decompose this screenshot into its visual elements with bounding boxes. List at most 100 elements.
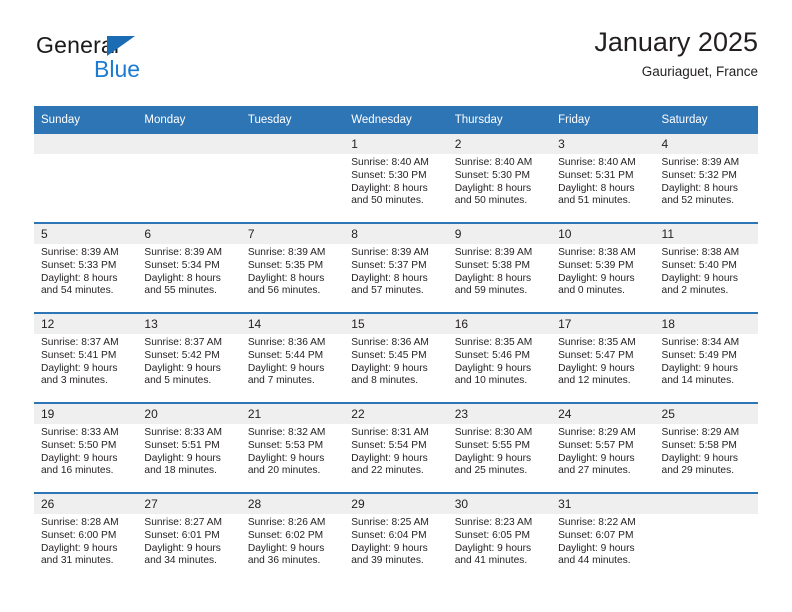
day-number: 15 — [344, 314, 448, 334]
calendar-day-cell[interactable]: 14 Sunrise: 8:36 AM Sunset: 5:44 PM Dayligh… — [240, 312, 345, 403]
day-cell-details: Sunrise: 8:38 AM Sunset: 5:40 PM Daylight:… — [655, 244, 758, 298]
day-number: 20 — [137, 404, 241, 424]
calendar-day-cell[interactable]: 18 Sunrise: 8:34 AM Sunset: 5:49 PM Dayligh… — [654, 312, 758, 403]
calendar-day-cell[interactable]: 4 Sunrise: 8:39 AM Sunset: 5:32 PM Daylight… — [654, 134, 758, 223]
day-number: 22 — [344, 404, 448, 424]
day-sunrise-text: Sunrise: 8:28 AM — [41, 517, 119, 528]
day-number: 9 — [447, 224, 552, 244]
day-daylight-line2-text: and 44 minutes. — [558, 555, 631, 567]
calendar-day-cell[interactable]: 29 Sunrise: 8:25 AM Sunset: 6:04 PM Dayligh… — [344, 492, 448, 582]
day-daylight-line2-text: and 10 minutes. — [454, 375, 528, 387]
day-cell-details: Sunrise: 8:37 AM Sunset: 5:42 PM Daylight:… — [137, 334, 240, 388]
calendar-day-cell[interactable]: 23 Sunrise: 8:30 AM Sunset: 5:55 PM Dayligh… — [447, 402, 552, 493]
calendar-week-row: 12 Sunrise: 8:37 AM Sunset: 5:41 PM Dayligh… — [34, 312, 758, 403]
calendar-day-cell[interactable]: 12 Sunrise: 8:37 AM Sunset: 5:41 PM Dayligh… — [34, 312, 138, 403]
calendar-day-cell[interactable]: 17 Sunrise: 8:35 AM Sunset: 5:47 PM Dayligh… — [551, 312, 655, 403]
day-sunset-text: Sunset: 5:50 PM — [41, 439, 117, 451]
calendar-day-cell[interactable]: 2 Sunrise: 8:40 AM Sunset: 5:30 PM Daylight… — [447, 134, 552, 223]
day-daylight-line1-text: Daylight: 9 hours — [144, 452, 221, 464]
day-number: 23 — [447, 404, 552, 424]
calendar-day-cell[interactable]: 5 Sunrise: 8:39 AM Sunset: 5:33 PM Daylight… — [34, 222, 138, 313]
general-blue-logo[interactable]: General Blue — [34, 34, 234, 90]
calendar-day-cell[interactable]: 31 Sunrise: 8:22 AM Sunset: 6:07 PM Dayligh… — [551, 492, 655, 582]
day-number — [654, 494, 758, 514]
day-cell-inner: 8 Sunrise: 8:39 AM Sunset: 5:37 PM Daylight… — [344, 224, 448, 312]
day-sunrise-text: Sunrise: 8:35 AM — [558, 337, 636, 348]
day-sunrise-text: Sunrise: 8:26 AM — [247, 517, 326, 528]
day-daylight-line1-text: Daylight: 8 hours — [558, 182, 635, 194]
calendar-day-cell[interactable]: 25 Sunrise: 8:29 AM Sunset: 5:58 PM Dayligh… — [654, 402, 758, 493]
day-cell-details: Sunrise: 8:26 AM Sunset: 6:02 PM Daylight:… — [241, 514, 344, 568]
day-number: 3 — [551, 134, 655, 154]
day-daylight-line1-text: Daylight: 8 hours — [661, 182, 738, 194]
calendar-day-cell[interactable]: 1 Sunrise: 8:40 AM Sunset: 5:30 PM Daylight… — [344, 134, 448, 223]
calendar-day-cell[interactable]: 27 Sunrise: 8:27 AM Sunset: 6:01 PM Dayligh… — [137, 492, 241, 582]
page-header: General Blue January 2025 Gauriaguet, Fr… — [34, 28, 758, 98]
calendar-day-cell[interactable]: 13 Sunrise: 8:37 AM Sunset: 5:42 PM Dayligh… — [137, 312, 241, 403]
calendar-day-cell[interactable]: 22 Sunrise: 8:31 AM Sunset: 5:54 PM Dayligh… — [344, 402, 448, 493]
calendar-day-cell[interactable]: 16 Sunrise: 8:35 AM Sunset: 5:46 PM Dayligh… — [447, 312, 552, 403]
day-cell-details: Sunrise: 8:33 AM Sunset: 5:50 PM Daylight:… — [34, 424, 137, 478]
calendar-day-cell[interactable]: 15 Sunrise: 8:36 AM Sunset: 5:45 PM Dayligh… — [344, 312, 448, 403]
day-cell-details — [241, 154, 344, 157]
day-daylight-line2-text: and 34 minutes. — [144, 555, 217, 567]
day-cell-details: Sunrise: 8:22 AM Sunset: 6:07 PM Daylight:… — [551, 514, 654, 568]
day-sunset-text: Sunset: 6:00 PM — [41, 529, 117, 541]
day-cell-details: Sunrise: 8:36 AM Sunset: 5:45 PM Daylight:… — [344, 334, 447, 388]
day-daylight-line1-text: Daylight: 8 hours — [41, 272, 118, 284]
calendar-day-cell[interactable]: 6 Sunrise: 8:39 AM Sunset: 5:34 PM Daylight… — [137, 222, 241, 313]
blue-triangle-logo-icon — [107, 36, 135, 56]
day-sunrise-text: Sunrise: 8:25 AM — [351, 517, 429, 528]
calendar-day-cell[interactable]: 24 Sunrise: 8:29 AM Sunset: 5:57 PM Dayligh… — [551, 402, 655, 493]
day-cell-inner: 5 Sunrise: 8:39 AM Sunset: 5:33 PM Daylight… — [34, 224, 138, 312]
calendar-day-cell[interactable]: 28 Sunrise: 8:26 AM Sunset: 6:02 PM Dayligh… — [240, 492, 345, 582]
day-cell-details: Sunrise: 8:40 AM Sunset: 5:30 PM Daylight:… — [448, 154, 551, 208]
day-cell-details: Sunrise: 8:31 AM Sunset: 5:54 PM Daylight:… — [344, 424, 447, 478]
page-title: January 2025 — [594, 27, 758, 57]
calendar-day-cell[interactable]: 26 Sunrise: 8:28 AM Sunset: 6:00 PM Dayligh… — [34, 492, 138, 582]
day-number: 31 — [551, 494, 655, 514]
day-sunrise-text: Sunrise: 8:27 AM — [144, 517, 223, 528]
day-sunset-text: Sunset: 5:39 PM — [558, 259, 634, 271]
day-cell-inner — [34, 134, 138, 222]
calendar-day-cell[interactable]: 7 Sunrise: 8:39 AM Sunset: 5:35 PM Daylight… — [240, 222, 345, 313]
calendar-day-cell[interactable]: 10 Sunrise: 8:38 AM Sunset: 5:39 PM Dayligh… — [551, 222, 655, 313]
day-cell-details: Sunrise: 8:29 AM Sunset: 5:58 PM Daylight:… — [655, 424, 758, 478]
day-cell-inner: 6 Sunrise: 8:39 AM Sunset: 5:34 PM Daylight… — [137, 224, 241, 312]
day-sunset-text: Sunset: 5:33 PM — [41, 259, 117, 271]
day-cell-inner: 12 Sunrise: 8:37 AM Sunset: 5:41 PM Dayligh… — [34, 314, 138, 402]
calendar-day-cell[interactable]: 11 Sunrise: 8:38 AM Sunset: 5:40 PM Dayligh… — [654, 222, 758, 313]
day-sunset-text: Sunset: 6:01 PM — [144, 529, 220, 541]
calendar-day-cell[interactable]: 21 Sunrise: 8:32 AM Sunset: 5:53 PM Dayligh… — [240, 402, 345, 493]
calendar-day-cell[interactable]: 9 Sunrise: 8:39 AM Sunset: 5:38 PM Daylight… — [447, 222, 552, 313]
day-sunrise-text: Sunrise: 8:22 AM — [558, 517, 636, 528]
weekday-header-row: Sunday Monday Tuesday Wednesday Thursday… — [34, 106, 758, 134]
calendar-week-row: 19 Sunrise: 8:33 AM Sunset: 5:50 PM Dayligh… — [34, 402, 758, 493]
day-daylight-line2-text: and 16 minutes. — [41, 465, 114, 477]
day-number: 2 — [447, 134, 552, 154]
day-cell-inner: 9 Sunrise: 8:39 AM Sunset: 5:38 PM Daylight… — [447, 224, 552, 312]
day-daylight-line2-text: and 7 minutes. — [247, 375, 315, 387]
day-sunset-text: Sunset: 5:31 PM — [558, 169, 634, 181]
calendar-day-cell[interactable]: 19 Sunrise: 8:33 AM Sunset: 5:50 PM Dayligh… — [34, 402, 138, 493]
day-daylight-line1-text: Daylight: 9 hours — [454, 362, 532, 374]
sunrise-sunset-calendar-table: Sunday Monday Tuesday Wednesday Thursday… — [34, 106, 758, 582]
day-cell-details: Sunrise: 8:23 AM Sunset: 6:05 PM Daylight:… — [448, 514, 551, 568]
day-number: 30 — [447, 494, 552, 514]
day-cell-details: Sunrise: 8:40 AM Sunset: 5:30 PM Daylight:… — [344, 154, 447, 208]
calendar-day-cell[interactable]: 20 Sunrise: 8:33 AM Sunset: 5:51 PM Dayligh… — [137, 402, 241, 493]
day-sunset-text: Sunset: 5:46 PM — [454, 349, 531, 361]
day-daylight-line2-text: and 52 minutes. — [661, 195, 735, 207]
day-daylight-line2-text: and 36 minutes. — [247, 555, 321, 567]
day-daylight-line1-text: Daylight: 9 hours — [661, 272, 738, 284]
calendar-day-cell[interactable]: 8 Sunrise: 8:39 AM Sunset: 5:37 PM Daylight… — [344, 222, 448, 313]
day-cell-details: Sunrise: 8:39 AM Sunset: 5:32 PM Daylight:… — [655, 154, 758, 208]
day-cell-inner: 4 Sunrise: 8:39 AM Sunset: 5:32 PM Daylight… — [654, 134, 758, 222]
day-daylight-line1-text: Daylight: 9 hours — [351, 362, 428, 374]
day-number: 14 — [240, 314, 345, 334]
day-cell-details: Sunrise: 8:28 AM Sunset: 6:00 PM Daylight:… — [34, 514, 137, 568]
day-daylight-line1-text: Daylight: 9 hours — [558, 452, 635, 464]
calendar-day-cell[interactable]: 3 Sunrise: 8:40 AM Sunset: 5:31 PM Daylight… — [551, 134, 655, 223]
calendar-day-cell[interactable]: 30 Sunrise: 8:23 AM Sunset: 6:05 PM Dayligh… — [447, 492, 552, 582]
day-daylight-line2-text: and 57 minutes. — [351, 285, 424, 297]
